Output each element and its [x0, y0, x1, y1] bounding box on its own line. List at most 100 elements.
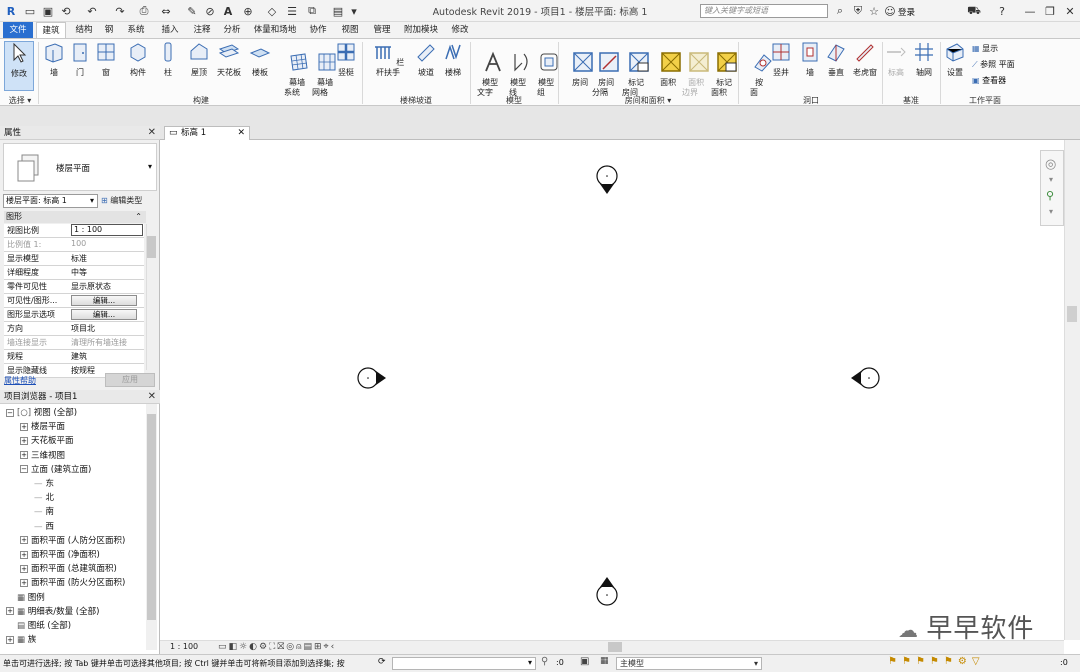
temporary-view-icon[interactable]: ▤ [303, 642, 314, 652]
view-control-icons[interactable]: ▭◧☼◐⚙⛶⛝◎⍝▤⊞⌖‹ [218, 640, 336, 654]
browser-tree-node[interactable]: + 面积平面 (总建筑面积) [20, 562, 117, 574]
ramp-tool[interactable]: 坡道 [414, 41, 438, 78]
subscription-icon[interactable]: ⛨ [850, 3, 866, 19]
browser-tree-node[interactable]: + 天花板平面 [20, 434, 74, 446]
shadows-icon[interactable]: ◐ [249, 642, 259, 652]
scale-input[interactable]: 1 : 100 [71, 224, 143, 236]
tab-addins[interactable]: 附加模块 [400, 22, 442, 38]
browser-leaf-item[interactable]: — 东 [34, 477, 54, 489]
grid-tool[interactable]: 轴网 [912, 41, 936, 78]
expand-icon[interactable]: + [20, 436, 28, 445]
door-tool[interactable]: 门 [68, 41, 92, 78]
type-dropdown-icon[interactable]: ▾ [148, 162, 152, 171]
browser-tree-node[interactable]: + 楼层平面 [20, 420, 65, 432]
signin-label[interactable]: 登录 [898, 6, 915, 18]
canvas-horizontal-thumb[interactable] [608, 642, 622, 652]
qat-dropdown-icon[interactable]: ▾ [346, 3, 362, 19]
minimize-icon[interactable]: — [1022, 3, 1038, 19]
3d-view-icon[interactable]: ⊕ [240, 3, 256, 19]
tag-icon[interactable]: ⊘ [202, 3, 218, 19]
set-workplane-tool[interactable]: 设置 [942, 41, 968, 78]
wall-opening-tool[interactable]: 墙 [798, 41, 822, 78]
restore-icon[interactable]: ❐ [1042, 3, 1058, 19]
background-processes-icon[interactable]: ⚙ [958, 656, 972, 667]
expand-icon[interactable]: + [20, 422, 28, 431]
browser-tree-node[interactable]: − 立面 (建筑立面) [20, 463, 91, 475]
properties-help-link[interactable]: 属性帮助 [4, 375, 36, 386]
tab-manage[interactable]: 管理 [368, 22, 396, 38]
expand-icon[interactable]: + [20, 536, 28, 545]
section-icon[interactable]: ◇ [264, 3, 280, 19]
tab-systems[interactable]: 系统 [122, 22, 150, 38]
expand-icon[interactable]: + [20, 578, 28, 587]
modify-button[interactable]: 修改 [4, 41, 34, 91]
drawing-canvas[interactable] [160, 140, 1064, 640]
revit-logo-icon[interactable]: R [3, 3, 19, 19]
elevation-marker-north[interactable] [596, 165, 618, 194]
property-value[interactable]: 显示原状态 [71, 281, 143, 292]
vertical-opening-tool[interactable]: 垂直 [824, 41, 848, 78]
browser-close-icon[interactable]: ✕ [148, 390, 156, 404]
canvas-vertical-thumb[interactable] [1067, 306, 1077, 322]
collapse-icon[interactable]: − [6, 408, 14, 417]
favorites-icon[interactable]: ☆ [866, 3, 882, 19]
browser-leaf-item[interactable]: — 西 [34, 520, 54, 532]
redo-icon[interactable]: ↷ [112, 3, 128, 19]
expand-icon[interactable]: + [20, 451, 28, 460]
drag-elements-icon[interactable]: ⚑ [944, 656, 958, 667]
property-row[interactable]: 比例值 1: 100 [4, 238, 144, 252]
browser-tree-node[interactable]: ▦ 图例 [6, 591, 45, 603]
expand-icon[interactable]: + [6, 635, 14, 644]
collapse-icon[interactable]: − [20, 465, 28, 474]
canvas-vertical-scrollbar[interactable] [1064, 140, 1080, 640]
sun-path-icon[interactable]: ☼ [239, 642, 249, 652]
tab-modify[interactable]: 修改 [446, 22, 474, 38]
editable-only-icon[interactable]: ⚲ [541, 656, 548, 667]
dimension-icon[interactable]: ✎ [184, 3, 200, 19]
print-icon[interactable]: ⎙ [136, 3, 152, 19]
design-options-grid-icon[interactable]: ▦ [600, 656, 609, 666]
tab-steel[interactable]: 钢 [100, 22, 118, 38]
property-row[interactable]: 图形显示选项 编辑... [4, 308, 144, 322]
dropdown-icon[interactable]: ▾ [1049, 175, 1053, 184]
browser-tree-node[interactable]: + 三维视图 [20, 449, 65, 461]
analytical-icon[interactable]: ⊞ [314, 642, 324, 652]
visual-style-icon[interactable]: ◧ [229, 642, 240, 652]
crop-region-icon[interactable]: ⛝ [277, 642, 286, 652]
stair-tool[interactable]: 楼梯 [440, 41, 466, 78]
text-icon[interactable]: A [220, 3, 236, 19]
select-by-face-icon[interactable]: ⚑ [930, 656, 944, 667]
render-icon[interactable]: ⚙ [259, 642, 269, 652]
tab-collaborate[interactable]: 协作 [304, 22, 332, 38]
property-value[interactable]: 标准 [71, 253, 143, 264]
scroll-left-icon[interactable]: ‹ [331, 642, 337, 652]
undo-icon[interactable]: ↶ [84, 3, 100, 19]
property-row[interactable]: 规程 建筑 [4, 350, 144, 364]
shaft-tool[interactable]: 竖井 [768, 41, 794, 78]
tab-annotate[interactable]: 注释 [188, 22, 216, 38]
edit-button[interactable]: 编辑... [71, 295, 137, 306]
design-options-icon[interactable]: ▣ [580, 656, 589, 667]
component-tool[interactable]: 构件 [124, 41, 152, 78]
type-selector[interactable]: 楼层平面 ▾ [3, 143, 157, 191]
instance-filter-select[interactable]: 楼层平面: 标高 1 ▾ [3, 194, 98, 208]
user-icon[interactable]: ☺ [882, 3, 898, 19]
area-tool[interactable]: 面积 [650, 41, 681, 98]
tab-view[interactable]: 视图 [336, 22, 364, 38]
selection-toggle-icons[interactable]: ⚑⚑⚑⚑⚑⚙▽ [888, 656, 985, 667]
detail-level-icon[interactable]: ▭ [218, 642, 229, 652]
expand-icon[interactable]: + [20, 550, 28, 559]
elevation-marker-south[interactable] [596, 577, 618, 606]
window-tool[interactable]: 窗 [94, 41, 118, 78]
filter-icon[interactable]: ▽ [972, 656, 985, 667]
search-input[interactable]: 键入关键字或短语 [700, 4, 828, 18]
workset-select[interactable]: ▾ [392, 657, 536, 670]
select-links-icon[interactable]: ⚑ [888, 656, 902, 667]
ceiling-tool[interactable]: 天花板 [214, 41, 244, 78]
tab-insert[interactable]: 插入 [156, 22, 184, 38]
document-tab[interactable]: ▭ 标高 1 ✕ [164, 126, 250, 140]
column-tool[interactable]: 柱 [156, 41, 180, 78]
browser-tree-node[interactable]: + 面积平面 (净面积) [20, 548, 100, 560]
property-row[interactable]: 视图比例 1 : 100 [4, 224, 144, 238]
tab-structure[interactable]: 结构 [70, 22, 98, 38]
